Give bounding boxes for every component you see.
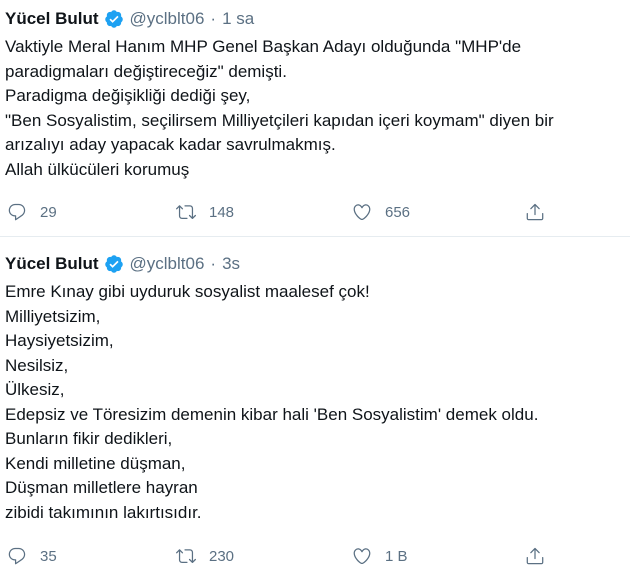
tweet-text-line: Düşman milletlere hayran — [5, 478, 198, 497]
reply-count: 29 — [40, 203, 57, 221]
reply-icon — [8, 203, 26, 221]
tweet-text-line: Haysiyetsizim, — [5, 331, 114, 350]
tweet-text: Vaktiyle Meral Hanım MHP Genel Başkan Ad… — [5, 35, 620, 182]
tweet-text-line: arızalıyı aday yapacak kadar savrulmakmı… — [5, 135, 336, 154]
retweet-button[interactable]: 148 — [176, 199, 234, 225]
share-button[interactable] — [525, 199, 545, 225]
share-button[interactable] — [525, 543, 545, 569]
like-count: 1 B — [385, 547, 408, 565]
tweet-text-line: Paradigma değişikliği dediği şey, — [5, 86, 251, 105]
tweet-header: Yücel Bulut @yclblt06 · 3s — [5, 253, 240, 275]
tweet-text-line: Nesilsiz, — [5, 355, 69, 375]
verified-badge-icon — [104, 254, 124, 274]
tweet-text-line: Milliyetsizim, — [5, 306, 101, 326]
tweet-text: Emre Kınay gibi uyduruk sosyalist maales… — [5, 280, 620, 525]
author-name[interactable]: Yücel Bulut — [5, 8, 99, 30]
like-icon — [353, 548, 371, 565]
tweet-timestamp[interactable]: 3s — [222, 253, 240, 275]
share-icon — [526, 547, 544, 565]
reply-count: 35 — [40, 547, 57, 565]
reply-button[interactable]: 29 — [7, 199, 57, 225]
like-icon — [353, 204, 371, 221]
share-icon — [526, 203, 544, 221]
reply-icon — [8, 547, 26, 565]
tweet-header: Yücel Bulut @yclblt06 · 1 sa — [5, 8, 254, 30]
tweet-text-line: Edepsiz ve Töresizim demenin kibar hali … — [5, 404, 539, 424]
tweet-text-line: Kendi milletine düşman, — [5, 453, 186, 473]
verified-badge-icon — [104, 9, 124, 29]
retweet-count: 230 — [209, 547, 235, 565]
retweet-icon — [176, 205, 196, 220]
author-name[interactable]: Yücel Bulut — [5, 253, 99, 275]
tweet-text-line: zibidi takımının lakırtısıdır. — [5, 502, 202, 522]
like-button[interactable]: 1 B — [352, 543, 408, 569]
tweet[interactable]: Yücel Bulut @yclblt06 · 1 sa Vaktiyle Me… — [0, 0, 630, 236]
tweet-timestamp[interactable]: 1 sa — [222, 8, 254, 30]
tweet-actions: 35 230 1 B — [0, 543, 630, 569]
separator-dot: · — [210, 254, 217, 273]
tweet-text-line: Ülkesiz, — [5, 380, 65, 399]
reply-button[interactable]: 35 — [7, 543, 57, 569]
tweet-actions: 29 148 656 — [0, 199, 630, 225]
retweet-count: 148 — [209, 203, 235, 221]
tweet-text-line: Allah ülkücüleri korumuş — [5, 159, 190, 179]
tweet-text-line: "Ben Sosyalistim, seçilirsem Milliyetçil… — [5, 110, 554, 130]
author-handle[interactable]: @yclblt06 — [130, 253, 205, 275]
tweet-text-line: Vaktiyle Meral Hanım MHP Genel Başkan Ad… — [5, 37, 522, 56]
author-handle[interactable]: @yclblt06 — [130, 8, 205, 30]
like-button[interactable]: 656 — [352, 199, 410, 225]
separator-dot: · — [210, 9, 217, 28]
retweet-button[interactable]: 230 — [176, 543, 234, 569]
retweet-icon — [176, 549, 196, 564]
tweet-text-line: Emre Kınay gibi uyduruk sosyalist maales… — [5, 282, 370, 301]
tweet-text-line: paradigmaları değiştireceğiz" demişti. — [5, 61, 287, 81]
tweet[interactable]: Yücel Bulut @yclblt06 · 3s Emre Kınay gi… — [0, 237, 630, 572]
tweet-text-line: Bunların fikir dedikleri, — [5, 429, 173, 448]
like-count: 656 — [385, 203, 411, 221]
